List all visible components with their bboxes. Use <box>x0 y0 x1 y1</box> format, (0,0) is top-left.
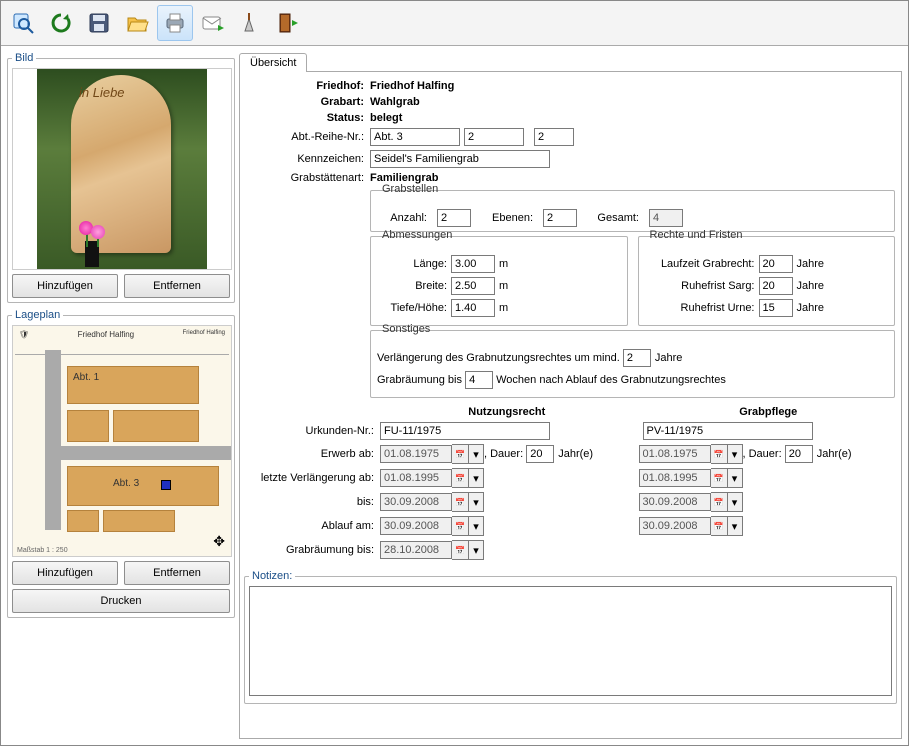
chevron-down-icon[interactable]: ▾ <box>469 516 484 536</box>
tiefe-input[interactable] <box>451 299 495 317</box>
stone-inscription: in Liebe <box>79 85 125 100</box>
calendar-icon[interactable]: 📅 <box>452 516 469 536</box>
n-ablauf-date[interactable] <box>380 517 452 535</box>
image-remove-button[interactable]: Entfernen <box>124 274 230 298</box>
anzahl-input[interactable] <box>437 209 471 227</box>
chevron-down-icon[interactable]: ▾ <box>728 492 743 512</box>
verl-jahre-input[interactable] <box>623 349 651 367</box>
image-panel: Bild in Liebe Hinzufügen Entfernen <box>7 52 235 303</box>
calendar-icon[interactable]: 📅 <box>711 516 728 536</box>
toolbar-print[interactable] <box>157 5 193 41</box>
grabr-wochen-input[interactable] <box>465 371 493 389</box>
abt-section-input[interactable] <box>370 128 460 146</box>
calendar-icon[interactable]: 📅 <box>711 492 728 512</box>
overview-content: Friedhof:Friedhof Halfing Grabart:Wahlgr… <box>239 72 902 739</box>
image-add-button[interactable]: Hinzufügen <box>12 274 118 298</box>
chevron-down-icon[interactable]: ▾ <box>469 444 484 464</box>
chevron-down-icon[interactable]: ▾ <box>469 540 484 560</box>
sonstiges-group: Sonstiges Verlängerung des Grabnutzungsr… <box>370 330 895 398</box>
col-nutzung: Nutzungsrecht <box>378 406 636 418</box>
ebenen-input[interactable] <box>543 209 577 227</box>
plan-remove-button[interactable]: Entfernen <box>124 561 230 585</box>
grave-image[interactable]: in Liebe <box>12 68 232 270</box>
toolbar-magnify[interactable] <box>5 5 41 41</box>
col-pflege: Grabpflege <box>640 406 898 418</box>
notes-panel: Notizen: <box>244 570 897 704</box>
laufzeit-input[interactable] <box>759 255 793 273</box>
toolbar-refresh[interactable] <box>43 5 79 41</box>
breite-input[interactable] <box>451 277 495 295</box>
n-raeum-date[interactable] <box>380 541 452 559</box>
val-grabart: Wahlgrab <box>370 96 420 108</box>
n-verl-date[interactable] <box>380 469 452 487</box>
toolbar-trowel[interactable] <box>233 5 269 41</box>
image-panel-title: Bild <box>12 52 36 64</box>
abmessungen-group: Abmessungen Länge:m Breite:m Tiefe/Höhe:… <box>370 236 628 326</box>
val-friedhof: Friedhof Halfing <box>370 80 454 92</box>
p-erwerb-date[interactable] <box>639 445 711 463</box>
app-window: Bild in Liebe Hinzufügen Entfernen Lagep… <box>0 0 909 746</box>
plan-panel: Lageplan 🛡Friedhof HalfingFriedhof Halfi… <box>7 309 235 618</box>
p-dauer-input[interactable] <box>785 445 813 463</box>
laenge-input[interactable] <box>451 255 495 273</box>
site-plan[interactable]: 🛡Friedhof HalfingFriedhof Halfing Abt. 1… <box>12 325 232 557</box>
plan-add-button[interactable]: Hinzufügen <box>12 561 118 585</box>
calendar-icon[interactable]: 📅 <box>711 468 728 488</box>
chevron-down-icon[interactable]: ▾ <box>728 468 743 488</box>
plan-print-button[interactable]: Drucken <box>12 589 230 613</box>
gesamt-output <box>649 209 683 227</box>
grabstellen-group: Grabstellen Anzahl: Ebenen: Gesamt: <box>370 190 895 232</box>
tabs: Übersicht <box>239 52 902 72</box>
toolbar-mail[interactable] <box>195 5 231 41</box>
chevron-down-icon[interactable]: ▾ <box>469 492 484 512</box>
tab-overview[interactable]: Übersicht <box>239 53 307 72</box>
rechte-group: Rechte und Fristen Laufzeit Grabrecht:Ja… <box>638 236 896 326</box>
chevron-down-icon[interactable]: ▾ <box>728 516 743 536</box>
ruheurne-input[interactable] <box>759 299 793 317</box>
n-bis-date[interactable] <box>380 493 452 511</box>
n-urkunde-input[interactable] <box>380 422 550 440</box>
kennzeichen-input[interactable] <box>370 150 550 168</box>
chevron-down-icon[interactable]: ▾ <box>469 468 484 488</box>
calendar-icon[interactable]: 📅 <box>711 444 728 464</box>
n-dauer-input[interactable] <box>526 445 554 463</box>
calendar-icon[interactable]: 📅 <box>452 468 469 488</box>
plan-marker <box>161 480 171 490</box>
val-status: belegt <box>370 112 402 124</box>
toolbar-open[interactable] <box>119 5 155 41</box>
ruhesarg-input[interactable] <box>759 277 793 295</box>
chevron-down-icon[interactable]: ▾ <box>728 444 743 464</box>
toolbar-save[interactable] <box>81 5 117 41</box>
p-ablauf-date[interactable] <box>639 517 711 535</box>
toolbar-exit[interactable] <box>271 5 307 41</box>
compass-icon: ✥ <box>213 533 225 550</box>
abt-row-input[interactable] <box>464 128 524 146</box>
calendar-icon[interactable]: 📅 <box>452 492 469 512</box>
toolbar <box>1 1 908 46</box>
p-urkunde-input[interactable] <box>643 422 813 440</box>
calendar-icon[interactable]: 📅 <box>452 444 469 464</box>
abt-nr-input[interactable] <box>534 128 574 146</box>
calendar-icon[interactable]: 📅 <box>452 540 469 560</box>
plan-panel-title: Lageplan <box>12 309 63 321</box>
n-erwerb-date[interactable] <box>380 445 452 463</box>
p-verl-date[interactable] <box>639 469 711 487</box>
notes-textarea[interactable] <box>249 586 892 696</box>
p-bis-date[interactable] <box>639 493 711 511</box>
